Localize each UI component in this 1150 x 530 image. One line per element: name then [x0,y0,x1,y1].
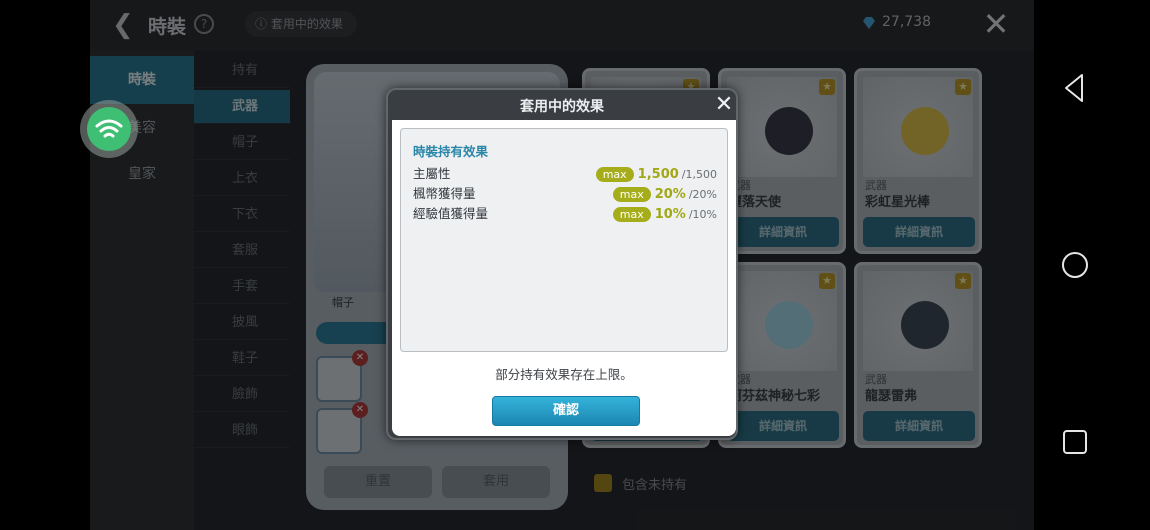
dialog-body: 時裝持有效果 主屬性 max 1,500 /1,500 楓幣獲得量 max 20… [392,120,736,436]
effect-name: 主屬性 [413,166,451,181]
effect-value: 10% [654,206,686,222]
home-circle-icon[interactable] [1062,252,1088,278]
effects-section-title: 時裝持有效果 [413,144,489,159]
effect-name: 經驗值獲得量 [413,206,489,221]
effect-name: 楓幣獲得量 [413,186,476,201]
wifi-icon [87,107,131,151]
effect-row: 主屬性 max 1,500 /1,500 [413,165,717,183]
max-badge: max [612,186,651,202]
effect-cap: /1,500 [681,167,717,181]
floating-network-bubble[interactable] [80,100,138,158]
effect-row: 經驗值獲得量 max 10% /10% [413,205,717,223]
close-icon[interactable]: ✕ [712,93,736,117]
effect-cap: /20% [688,187,717,201]
effect-value: 1,500 [637,166,679,182]
back-triangle-icon[interactable] [1062,72,1086,104]
effect-cap: /10% [688,207,717,221]
screen: ❮ 時裝 ? ⓘ 套用中的效果 27,738 ✕ 時裝 美容 皇家 持有 武器 … [0,0,1150,530]
dialog-title: 套用中的效果 [520,99,604,115]
recent-apps-icon[interactable] [1063,430,1087,454]
game-area: ❮ 時裝 ? ⓘ 套用中的效果 27,738 ✕ 時裝 美容 皇家 持有 武器 … [90,0,1034,530]
effect-row: 楓幣獲得量 max 20% /20% [413,185,717,203]
limit-note: 部分持有效果存在上限。 [495,367,633,382]
applied-effects-dialog: 套用中的效果 ✕ 時裝持有效果 主屬性 max 1,500 /1,500 楓幣獲… [386,88,738,440]
effect-value: 20% [654,186,686,202]
max-badge: max [612,206,651,222]
effects-list: 時裝持有效果 主屬性 max 1,500 /1,500 楓幣獲得量 max 20… [400,128,728,352]
max-badge: max [595,166,634,182]
system-navigation-bar [1034,0,1150,530]
confirm-button[interactable]: 確認 [492,396,640,426]
